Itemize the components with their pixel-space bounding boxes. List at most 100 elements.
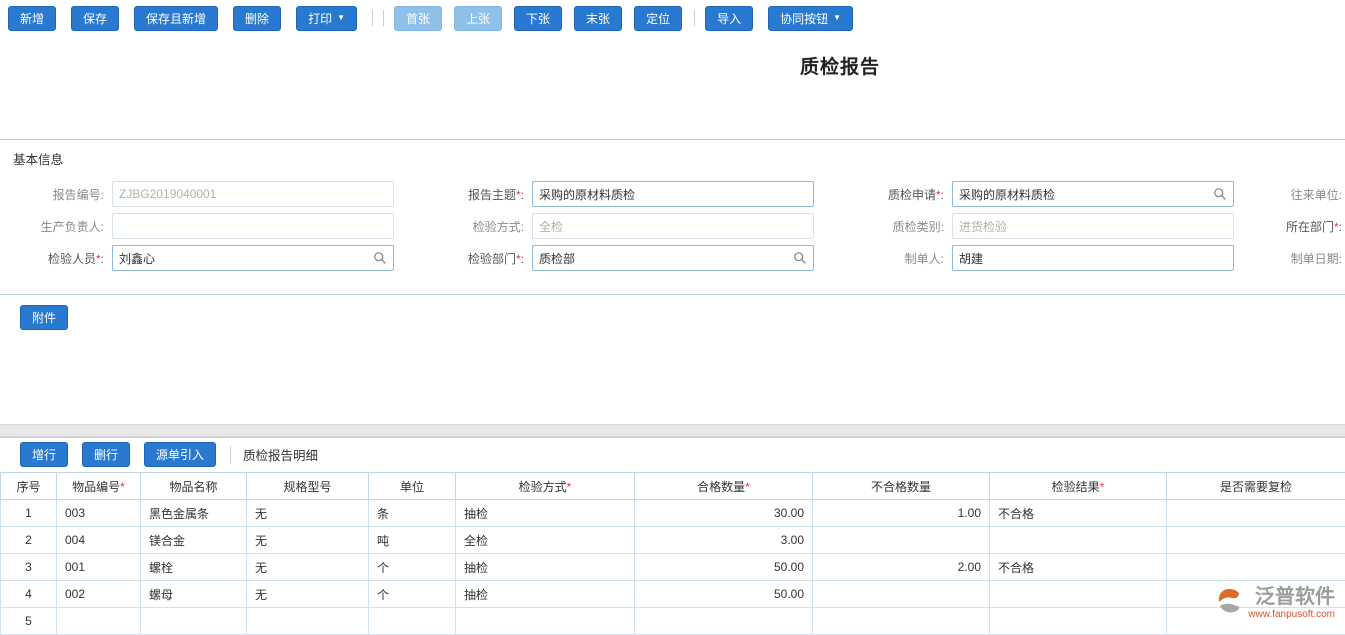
main-toolbar: 新增 保存 保存且新增 删除 打印 ▼ 首张 上张 下张 末张 定位 导入 协同… bbox=[0, 0, 1345, 36]
vendor-watermark: 泛普软件 www.fanpusoft.com bbox=[1215, 587, 1335, 620]
section-divider bbox=[0, 424, 1345, 437]
required-mark: * bbox=[567, 480, 572, 494]
toolbar-divider bbox=[383, 10, 384, 26]
cell-result[interactable] bbox=[990, 527, 1167, 554]
cell-unit[interactable]: 个 bbox=[369, 581, 456, 608]
cell-unit[interactable]: 吨 bbox=[369, 527, 456, 554]
cell-result[interactable]: 不合格 bbox=[990, 554, 1167, 581]
cell-inspect-method[interactable]: 抽检 bbox=[456, 554, 635, 581]
print-button[interactable]: 打印 ▼ bbox=[296, 6, 357, 31]
attachment-button[interactable]: 附件 bbox=[20, 305, 68, 330]
cell-item-code[interactable]: 004 bbox=[57, 527, 141, 554]
cell-item-name[interactable]: 镁合金 bbox=[141, 527, 247, 554]
cell-seq[interactable]: 1 bbox=[1, 500, 57, 527]
first-record-button[interactable]: 首张 bbox=[394, 6, 442, 31]
cell-inspect-method[interactable]: 抽检 bbox=[456, 581, 635, 608]
vendor-url: www.fanpusoft.com bbox=[1248, 609, 1335, 620]
report-subject-input[interactable] bbox=[532, 181, 814, 207]
prev-record-button[interactable]: 上张 bbox=[454, 6, 502, 31]
fanpu-logo-icon bbox=[1215, 588, 1243, 619]
title-row: 质检报告 bbox=[0, 36, 1345, 139]
field-label-text: 往来单位 bbox=[1291, 188, 1339, 202]
source-import-button[interactable]: 源单引入 bbox=[144, 442, 216, 467]
cell-recheck[interactable] bbox=[1167, 500, 1345, 527]
cell-qualified-qty[interactable]: 50.00 bbox=[635, 554, 813, 581]
production-manager-label: 生产负责人: bbox=[0, 218, 112, 235]
cell-unit[interactable]: 个 bbox=[369, 554, 456, 581]
field-label-text: 报告主题 bbox=[468, 188, 516, 202]
cell-seq[interactable]: 4 bbox=[1, 581, 57, 608]
form-row-3: 检验人员*: 检验部门*: 制单人: 制单日期: bbox=[0, 242, 1345, 274]
cell-spec[interactable]: 无 bbox=[247, 554, 369, 581]
cell-result[interactable] bbox=[990, 608, 1167, 635]
collaborate-button[interactable]: 协同按钮 ▼ bbox=[768, 6, 853, 31]
col-header-seq: 序号 bbox=[1, 473, 57, 500]
print-button-label: 打印 bbox=[308, 10, 332, 27]
col-header-item-code: 物品编号* bbox=[57, 473, 141, 500]
cell-unqualified-qty[interactable]: 2.00 bbox=[813, 554, 990, 581]
cell-result[interactable] bbox=[990, 581, 1167, 608]
search-icon[interactable] bbox=[793, 251, 807, 265]
field-label-text: 检验人员 bbox=[48, 252, 96, 266]
inspection-dept-input[interactable] bbox=[532, 245, 814, 271]
import-button[interactable]: 导入 bbox=[705, 6, 753, 31]
delete-row-button[interactable]: 删行 bbox=[82, 442, 130, 467]
creator-label: 制单人: bbox=[840, 250, 952, 267]
new-button[interactable]: 新增 bbox=[8, 6, 56, 31]
cell-item-name[interactable] bbox=[141, 608, 247, 635]
cell-inspect-method[interactable] bbox=[456, 608, 635, 635]
inspector-input[interactable] bbox=[112, 245, 394, 271]
cell-recheck[interactable] bbox=[1167, 554, 1345, 581]
cell-qualified-qty[interactable]: 3.00 bbox=[635, 527, 813, 554]
locate-button[interactable]: 定位 bbox=[634, 6, 682, 31]
label-colon: : bbox=[521, 188, 524, 202]
cell-unqualified-qty[interactable] bbox=[813, 527, 990, 554]
cell-spec[interactable]: 无 bbox=[247, 581, 369, 608]
cell-spec[interactable]: 无 bbox=[247, 527, 369, 554]
cell-qualified-qty[interactable]: 30.00 bbox=[635, 500, 813, 527]
cell-item-code[interactable] bbox=[57, 608, 141, 635]
cell-result[interactable]: 不合格 bbox=[990, 500, 1167, 527]
save-button[interactable]: 保存 bbox=[71, 6, 119, 31]
qc-request-input[interactable] bbox=[952, 181, 1234, 207]
cell-recheck[interactable] bbox=[1167, 527, 1345, 554]
label-colon: : bbox=[1339, 252, 1342, 266]
col-header-label: 是否需要复检 bbox=[1220, 480, 1292, 494]
qc-request-field: 质检申请*: bbox=[840, 181, 1260, 207]
cell-unqualified-qty[interactable] bbox=[813, 581, 990, 608]
cell-item-name[interactable]: 螺栓 bbox=[141, 554, 247, 581]
cell-item-code[interactable]: 003 bbox=[57, 500, 141, 527]
cell-unqualified-qty[interactable]: 1.00 bbox=[813, 500, 990, 527]
creator-input[interactable] bbox=[952, 245, 1234, 271]
cell-seq[interactable]: 2 bbox=[1, 527, 57, 554]
last-record-button[interactable]: 末张 bbox=[574, 6, 622, 31]
next-record-button[interactable]: 下张 bbox=[514, 6, 562, 31]
cell-seq[interactable]: 5 bbox=[1, 608, 57, 635]
add-row-button[interactable]: 增行 bbox=[20, 442, 68, 467]
search-icon[interactable] bbox=[373, 251, 387, 265]
cell-qualified-qty[interactable] bbox=[635, 608, 813, 635]
page-title: 质检报告 bbox=[800, 57, 880, 78]
save-and-new-button[interactable]: 保存且新增 bbox=[134, 6, 218, 31]
cell-item-code[interactable]: 002 bbox=[57, 581, 141, 608]
cell-unit[interactable] bbox=[369, 608, 456, 635]
cell-unit[interactable]: 条 bbox=[369, 500, 456, 527]
collaborate-button-label: 协同按钮 bbox=[780, 10, 828, 27]
col-header-inspect-method: 检验方式* bbox=[456, 473, 635, 500]
cell-spec[interactable] bbox=[247, 608, 369, 635]
cell-item-code[interactable]: 001 bbox=[57, 554, 141, 581]
production-manager-input bbox=[112, 213, 394, 239]
cell-item-name[interactable]: 黑色金属条 bbox=[141, 500, 247, 527]
basic-info-section-title: 基本信息 bbox=[0, 140, 1345, 178]
cell-inspect-method[interactable]: 抽检 bbox=[456, 500, 635, 527]
search-icon[interactable] bbox=[1213, 187, 1227, 201]
cell-inspect-method[interactable]: 全检 bbox=[456, 527, 635, 554]
cell-item-name[interactable]: 螺母 bbox=[141, 581, 247, 608]
label-colon: : bbox=[941, 188, 944, 202]
delete-button[interactable]: 删除 bbox=[233, 6, 281, 31]
cell-seq[interactable]: 3 bbox=[1, 554, 57, 581]
cell-spec[interactable]: 无 bbox=[247, 500, 369, 527]
field-label-text: 所在部门 bbox=[1286, 220, 1334, 234]
cell-unqualified-qty[interactable] bbox=[813, 608, 990, 635]
cell-qualified-qty[interactable]: 50.00 bbox=[635, 581, 813, 608]
